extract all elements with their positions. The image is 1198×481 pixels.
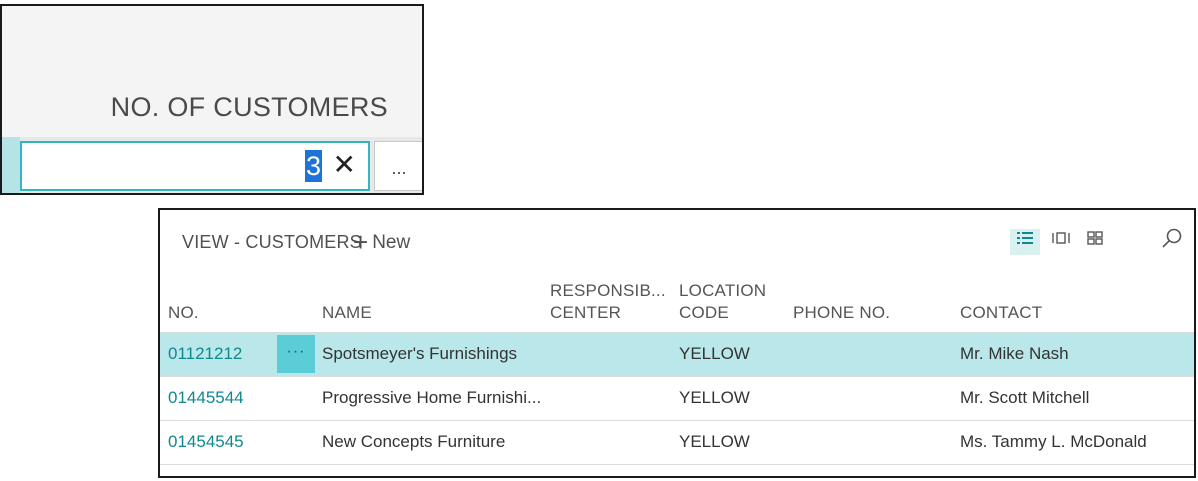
location-code: YELLOW xyxy=(679,388,750,407)
selected-value-text[interactable]: 3 xyxy=(304,150,322,182)
list-title: VIEW - CUSTOMERS xyxy=(182,232,362,252)
customer-name: Spotsmeyer's Furnishings xyxy=(322,344,518,363)
customer-no-link[interactable]: 01454545 xyxy=(168,432,244,452)
search-icon[interactable] xyxy=(1160,227,1184,251)
column-header-responsibility-center-line2: CENTER xyxy=(550,303,622,322)
customer-no-link[interactable]: 01121212 xyxy=(168,344,242,364)
column-header-location-code-line2: CODE xyxy=(679,303,729,322)
column-header-responsibility-center-line1: RESPONSIB... xyxy=(550,281,666,300)
list-view-icon[interactable] xyxy=(1010,229,1040,255)
customer-no-link[interactable]: 01445544 xyxy=(168,388,244,408)
column-header-name[interactable]: NAME xyxy=(322,302,372,324)
column-header-no[interactable]: NO. xyxy=(168,302,199,324)
no-of-customers-panel: NO. OF CUSTOMERS 3 ✕ ... xyxy=(0,4,424,195)
more-options-button[interactable]: ... xyxy=(374,141,422,191)
list-toolbar: VIEW - CUSTOMERS + New xyxy=(160,210,1194,268)
tile-view-icon[interactable] xyxy=(1046,229,1076,255)
customer-list-panel: VIEW - CUSTOMERS + New NO. NAME RESPONSIB… xyxy=(158,208,1196,478)
row-actions-button[interactable]: ··· xyxy=(277,335,315,373)
no-of-customers-input[interactable]: 3 ✕ xyxy=(20,141,370,191)
row-accent xyxy=(2,137,20,193)
column-header-location-code[interactable]: LOCATION CODE xyxy=(679,280,766,324)
contact-name: Ms. Tammy L. McDonald xyxy=(960,432,1147,451)
brick-view-icon[interactable] xyxy=(1080,229,1110,255)
contact-name: Mr. Scott Mitchell xyxy=(960,388,1090,407)
column-header-location-code-line1: LOCATION xyxy=(679,281,767,300)
field-caption: NO. OF CUSTOMERS xyxy=(110,92,388,122)
table-header: NO. NAME RESPONSIB... CENTER LOCATION CO… xyxy=(160,274,1194,333)
table-row[interactable]: 01445544 Progressive Home Furnishi... YE… xyxy=(160,377,1194,421)
new-button[interactable]: + New xyxy=(353,227,410,258)
new-button-label: New xyxy=(372,232,411,253)
customer-name: Progressive Home Furnishi... xyxy=(322,388,542,407)
customer-name: New Concepts Furniture xyxy=(322,432,506,451)
table-row[interactable]: 01121212 ··· Spotsmeyer's Furnishings YE… xyxy=(160,333,1194,377)
column-header-responsibility-center[interactable]: RESPONSIB... CENTER xyxy=(550,280,666,324)
table-row[interactable]: 01454545 New Concepts Furniture YELLOW M… xyxy=(160,421,1194,465)
plus-icon: + xyxy=(353,227,369,257)
contact-name: Mr. Mike Nash xyxy=(960,344,1069,363)
location-code: YELLOW xyxy=(679,432,750,451)
clear-icon[interactable]: ✕ xyxy=(333,148,356,182)
location-code: YELLOW xyxy=(679,344,750,363)
column-header-contact[interactable]: CONTACT xyxy=(960,302,1042,324)
column-header-phone-no[interactable]: PHONE NO. xyxy=(793,302,890,324)
